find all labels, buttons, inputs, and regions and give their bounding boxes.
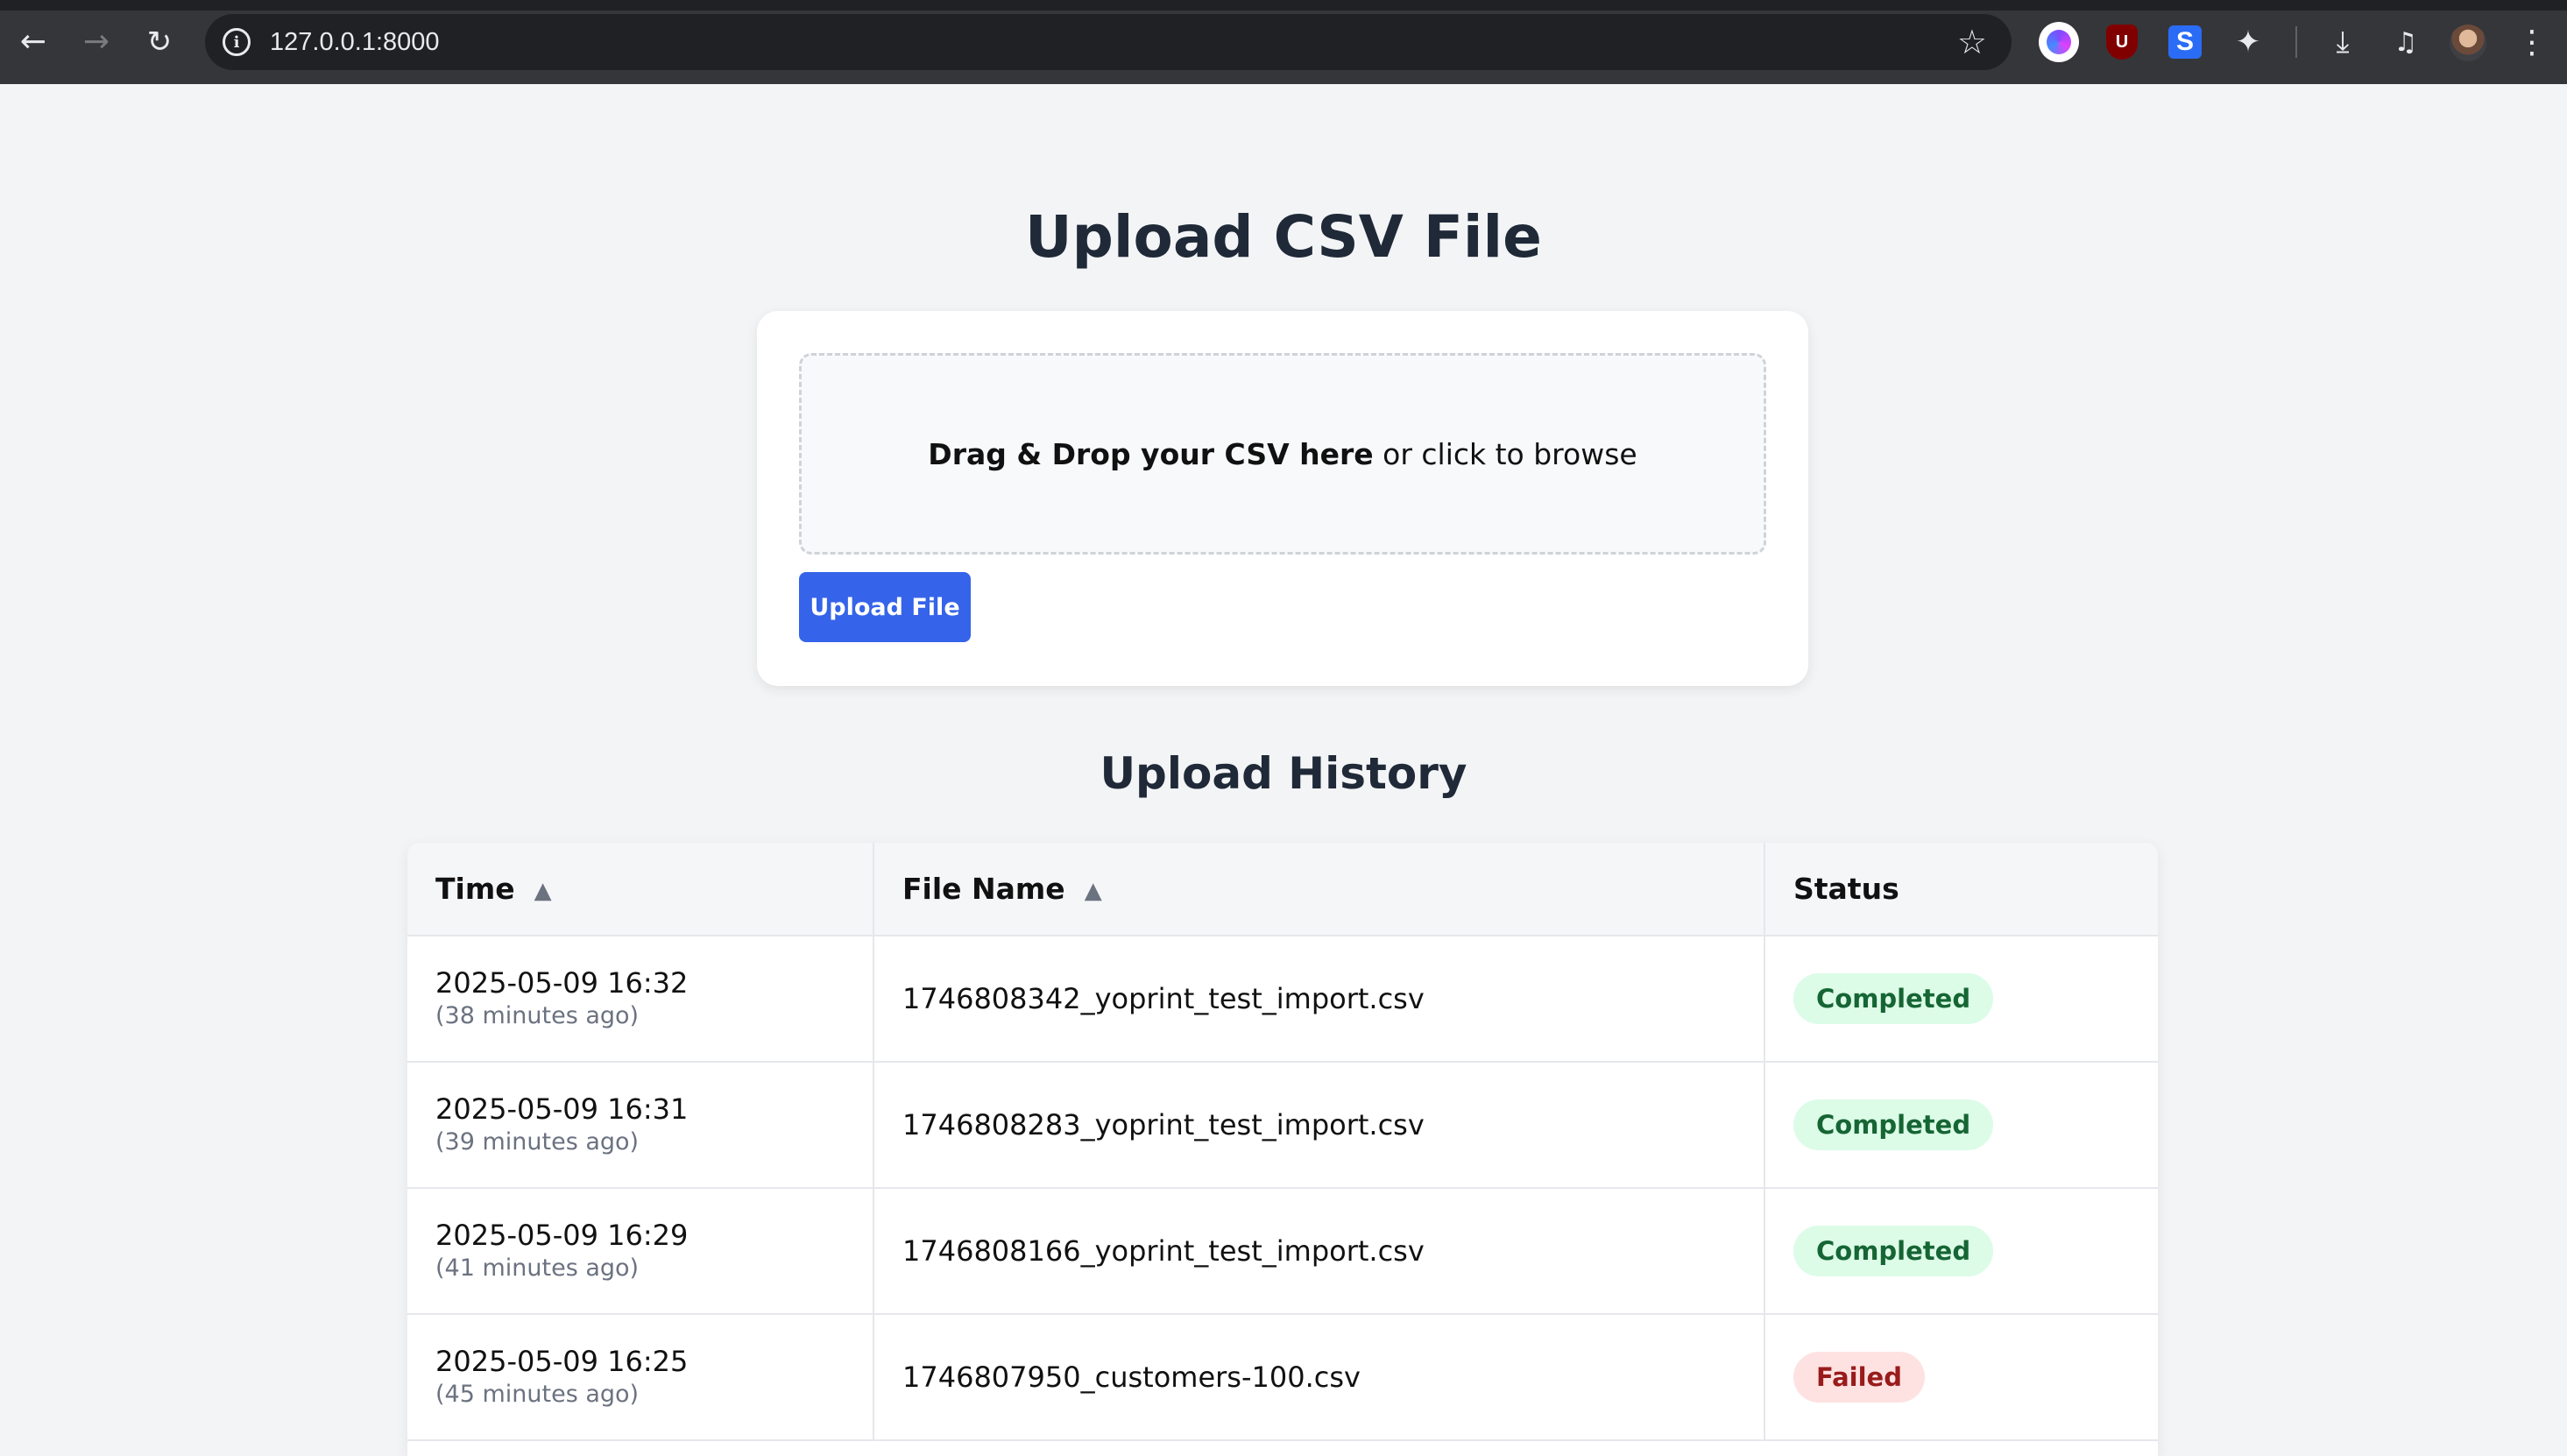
status-cell: Completed — [1764, 1062, 2158, 1189]
relative-time: (45 minutes ago) — [435, 1381, 640, 1408]
browser-toolbar: ← → ↻ i 127.0.0.1:8000 ☆ U S ✦ ⤓ ♫ ⋮ — [0, 0, 2567, 84]
column-header-label: Time — [435, 872, 515, 906]
relative-time: (39 minutes ago) — [435, 1128, 640, 1156]
relative-time: (41 minutes ago) — [435, 1255, 640, 1282]
dropzone-text: Drag & Drop your CSV here or click to br… — [928, 437, 1637, 471]
csv-dropzone[interactable]: Drag & Drop your CSV here or click to br… — [799, 353, 1766, 555]
back-arrow-icon[interactable]: ← — [12, 21, 54, 63]
puzzle-icon[interactable]: ✦ — [2227, 21, 2269, 63]
status-cell: Completed — [1764, 1188, 2158, 1315]
kebab-menu-icon[interactable]: ⋮ — [2511, 21, 2553, 63]
column-header-file-name[interactable]: File Name ▲ — [873, 843, 1764, 937]
upload-history-table: Time ▲ File Name ▲ Status 2025-05-09 16:32… — [407, 843, 2158, 1456]
table-row: 2025-05-09 16:32 (38 minutes ago) 174680… — [407, 936, 2158, 1063]
status-cell: Completed — [1764, 936, 2158, 1063]
avatar[interactable] — [2450, 25, 2486, 61]
forward-arrow-icon[interactable]: → — [75, 21, 117, 63]
sort-ascending-icon[interactable]: ▲ — [1085, 878, 1102, 904]
upload-time: 2025-05-09 16:29 — [435, 1219, 689, 1252]
file-name-cell: 1746808166_yoprint_test_import.csv — [873, 1188, 1764, 1315]
sort-ascending-icon[interactable]: ▲ — [534, 878, 552, 904]
time-cell: 2025-05-09 16:25 (45 minutes ago) — [407, 1314, 873, 1441]
table-header-row: Time ▲ File Name ▲ Status — [407, 843, 2158, 937]
table-row: 2025-05-09 16:29 (41 minutes ago) 174680… — [407, 1188, 2158, 1315]
time-cell: 2025-05-09 16:29 (41 minutes ago) — [407, 1188, 873, 1315]
reload-icon[interactable]: ↻ — [138, 21, 180, 63]
time-cell: 2025-05-09 16:32 (38 minutes ago) — [407, 936, 873, 1063]
toolbar-divider — [2295, 26, 2297, 58]
column-header-label: File Name — [902, 872, 1065, 906]
file-name-cell: 1746808283_yoprint_test_import.csv — [873, 1062, 1764, 1189]
star-icon[interactable]: ☆ — [1957, 23, 1987, 61]
info-icon[interactable]: i — [223, 28, 251, 56]
status-badge: Failed — [1793, 1352, 1925, 1403]
upload-history-title: Upload History — [1100, 748, 1467, 799]
column-header-time[interactable]: Time ▲ — [407, 843, 873, 937]
upload-time: 2025-05-09 16:32 — [435, 966, 689, 1000]
page-body: Upload CSV File Drag & Drop your CSV her… — [0, 84, 2567, 1456]
ai-extension-icon[interactable] — [2038, 21, 2080, 63]
page-title: Upload CSV File — [1025, 203, 1542, 271]
address-bar[interactable]: i 127.0.0.1:8000 ☆ — [205, 14, 2012, 70]
column-header-label: Status — [1793, 872, 1899, 906]
file-name-cell: 1746807950_customers-100.csv — [873, 1314, 1764, 1441]
file-name-cell: 1746808342_yoprint_test_import.csv — [873, 936, 1764, 1063]
upload-time: 2025-05-09 16:25 — [435, 1345, 689, 1378]
media-controls-icon[interactable]: ♫ — [2385, 21, 2427, 63]
ublock-icon[interactable]: U — [2101, 21, 2143, 63]
table-row: 2025-05-09 16:25 (45 minutes ago) 174680… — [407, 1314, 2158, 1441]
relative-time: (38 minutes ago) — [435, 1002, 640, 1029]
upload-file-button[interactable]: Upload File — [799, 572, 971, 642]
s-extension-icon[interactable]: S — [2164, 21, 2206, 63]
table-row: 2025-05-09 16:31 (39 minutes ago) 174680… — [407, 1062, 2158, 1189]
dropzone-bold-text: Drag & Drop your CSV here — [928, 436, 1374, 471]
tab-strip — [0, 0, 2567, 11]
status-cell: Failed — [1764, 1314, 2158, 1441]
column-header-status: Status — [1764, 843, 2158, 937]
status-badge: Completed — [1793, 1099, 1994, 1150]
status-badge: Completed — [1793, 973, 1994, 1024]
upload-card: Drag & Drop your CSV here or click to br… — [757, 311, 1808, 686]
dropzone-rest-text: or click to browse — [1373, 436, 1637, 471]
upload-time: 2025-05-09 16:31 — [435, 1092, 689, 1126]
time-cell: 2025-05-09 16:31 (39 minutes ago) — [407, 1062, 873, 1189]
url-text[interactable]: 127.0.0.1:8000 — [270, 26, 440, 58]
download-icon[interactable]: ⤓ — [2322, 21, 2364, 63]
status-badge: Completed — [1793, 1226, 1994, 1276]
